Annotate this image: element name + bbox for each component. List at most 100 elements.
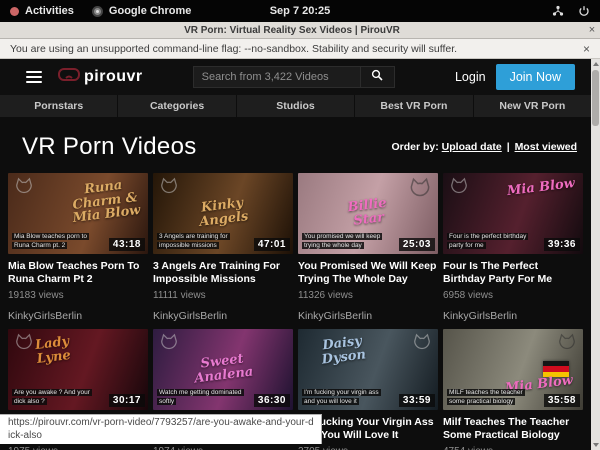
page-heading-row: VR Porn Videos Order by: Upload date | M… [0, 117, 591, 171]
video-card[interactable]: Billie Star You promised we will keep tr… [298, 173, 438, 322]
video-views: 2705 views [298, 446, 438, 450]
scrollbar-up-arrow-icon[interactable] [591, 59, 600, 69]
chrome-infobar: You are using an unsupported command-lin… [0, 39, 600, 59]
order-by-label: Order by: [391, 141, 438, 153]
video-title[interactable]: You Promised We Will Keep Trying The Who… [298, 260, 438, 285]
video-title[interactable]: 3 Angels Are Training For Impossible Mis… [153, 260, 293, 285]
video-thumbnail[interactable]: Mia Blow Four is the perfect birthday pa… [443, 173, 583, 254]
duration-badge: 39:36 [544, 238, 580, 251]
duration-badge: 25:03 [399, 238, 435, 251]
scrollbar-down-arrow-icon[interactable] [591, 440, 600, 450]
vr-headset-icon [58, 68, 80, 86]
join-now-button[interactable]: Join Now [496, 64, 575, 90]
order-most-viewed-link[interactable]: Most viewed [515, 141, 577, 153]
power-icon[interactable] [578, 5, 590, 17]
video-card[interactable]: Mia Blow MILF teaches the teacher some p… [443, 329, 583, 450]
nav-item-categories[interactable]: Categories [118, 95, 236, 117]
nav-item-best-vr-porn[interactable]: Best VR Porn [355, 95, 473, 117]
order-upload-date-link[interactable]: Upload date [442, 141, 502, 153]
thumbnail-overlay-name: Mia Blow [506, 177, 575, 199]
video-views: 11111 views [153, 290, 293, 301]
studio-watermark-icon [448, 177, 470, 202]
video-studio-link[interactable]: KinkyGirlsBerlin [8, 310, 148, 322]
page-title: VR Porn Videos [22, 133, 197, 161]
activities-button[interactable]: Activities [10, 5, 74, 17]
thumbnail-caption: You promised we will keep trying the who… [302, 232, 388, 250]
studio-watermark-icon [158, 333, 180, 358]
site-header: pirouvr Login Join Now [0, 59, 591, 95]
login-link[interactable]: Login [455, 70, 486, 84]
site-nav: Pornstars Categories Studios Best VR Por… [0, 95, 591, 117]
thumbnail-caption: 3 Angels are training for impossible mis… [157, 232, 243, 250]
video-views: 11326 views [298, 290, 438, 301]
video-views: 1975 views [8, 446, 148, 450]
thumbnail-caption: Are you awake ? And your dick also ? [12, 388, 98, 406]
site-logo[interactable]: pirouvr [58, 68, 143, 86]
video-thumbnail[interactable]: Kinky Angels 3 Angels are training for i… [153, 173, 293, 254]
studio-watermark-icon [13, 177, 35, 202]
video-studio-link[interactable]: KinkyGirlsBerlin [443, 310, 583, 322]
video-thumbnail[interactable]: Sweet Analena Watch me getting dominated… [153, 329, 293, 410]
search-bar [193, 66, 395, 88]
duration-badge: 35:58 [544, 394, 580, 407]
thumbnail-overlay-name: Daisy Dyson [307, 333, 380, 369]
video-studio-link[interactable]: KinkyGirlsBerlin [298, 310, 438, 322]
chrome-icon [92, 6, 103, 17]
duration-badge: 36:30 [254, 394, 290, 407]
video-thumbnail[interactable]: Lady Lyne Are you awake ? And your dick … [8, 329, 148, 410]
video-views: 19183 views [8, 290, 148, 301]
video-studio-link[interactable]: KinkyGirlsBerlin [153, 310, 293, 322]
infobar-close-icon[interactable]: × [575, 42, 590, 56]
video-thumbnail[interactable]: Runa Charm & Mia Blow Mia Blow teaches p… [8, 173, 148, 254]
logo-text: pirouvr [84, 68, 143, 86]
chrome-app-label: Google Chrome [109, 5, 192, 17]
video-views: 4754 views [443, 446, 583, 450]
search-button[interactable] [361, 66, 395, 88]
studio-watermark-icon [411, 333, 433, 358]
studio-watermark-icon [556, 333, 578, 358]
hamburger-menu-icon[interactable] [26, 71, 42, 83]
nav-item-studios[interactable]: Studios [237, 95, 355, 117]
search-icon [371, 68, 383, 86]
scrollbar-thumb[interactable] [592, 70, 599, 126]
thumbnail-caption: I'm fucking your virgin ass and you will… [302, 388, 388, 406]
thumbnail-overlay-name: Billie Star [332, 195, 405, 231]
thumbnail-overlay-name: Kinky Angels [187, 195, 260, 231]
thumbnail-caption: MILF teaches the teacher some practical … [447, 388, 533, 406]
duration-badge: 47:01 [254, 238, 290, 251]
video-thumbnail[interactable]: Mia Blow MILF teaches the teacher some p… [443, 329, 583, 410]
duration-badge: 33:59 [399, 394, 435, 407]
browser-tab-bar: VR Porn: Virtual Reality Sex Videos | Pi… [0, 22, 600, 39]
thumbnail-caption: Mia Blow teaches porn to Runa Charm pt. … [12, 232, 98, 250]
network-icon[interactable] [552, 5, 564, 17]
video-card[interactable]: Mia Blow Four is the perfect birthday pa… [443, 173, 583, 322]
video-title[interactable]: Mia Blow Teaches Porn To Runa Charm Pt 2 [8, 260, 148, 285]
tab-close-icon[interactable]: × [584, 24, 600, 36]
activities-label: Activities [25, 5, 74, 17]
duration-badge: 43:18 [109, 238, 145, 251]
thumbnail-caption: Watch me getting dominated softly [157, 388, 243, 406]
video-title[interactable]: Four Is The Perfect Birthday Party For M… [443, 260, 583, 285]
thumbnail-caption: Four is the perfect birthday party for m… [447, 232, 533, 250]
video-views: 6958 views [443, 290, 583, 301]
video-thumbnail[interactable]: Daisy Dyson I'm fucking your virgin ass … [298, 329, 438, 410]
video-thumbnail[interactable]: Billie Star You promised we will keep tr… [298, 173, 438, 254]
duration-badge: 30:17 [109, 394, 145, 407]
webpage: pirouvr Login Join Now [0, 59, 591, 450]
tab-title[interactable]: VR Porn: Virtual Reality Sex Videos | Pi… [0, 25, 584, 36]
nav-item-pornstars[interactable]: Pornstars [0, 95, 118, 117]
studio-watermark-icon [158, 177, 180, 202]
order-by: Order by: Upload date | Most viewed [391, 141, 577, 153]
video-title[interactable]: Milf Teaches The Teacher Some Practical … [443, 416, 583, 441]
video-grid: Runa Charm & Mia Blow Mia Blow teaches p… [0, 171, 591, 450]
nav-item-new-vr-porn[interactable]: New VR Porn [474, 95, 591, 117]
chrome-app-menu[interactable]: Google Chrome [92, 5, 192, 17]
page-scrollbar[interactable] [591, 59, 600, 450]
video-views: 1974 views [153, 446, 293, 450]
video-card[interactable]: Kinky Angels 3 Angels are training for i… [153, 173, 293, 322]
browser-viewport: pirouvr Login Join Now [0, 59, 600, 450]
search-input[interactable] [193, 66, 361, 88]
video-card[interactable]: Runa Charm & Mia Blow Mia Blow teaches p… [8, 173, 148, 322]
studio-watermark-icon [407, 177, 433, 206]
status-url-bubble: https://pirouvr.com/vr-porn-video/779325… [0, 414, 322, 444]
